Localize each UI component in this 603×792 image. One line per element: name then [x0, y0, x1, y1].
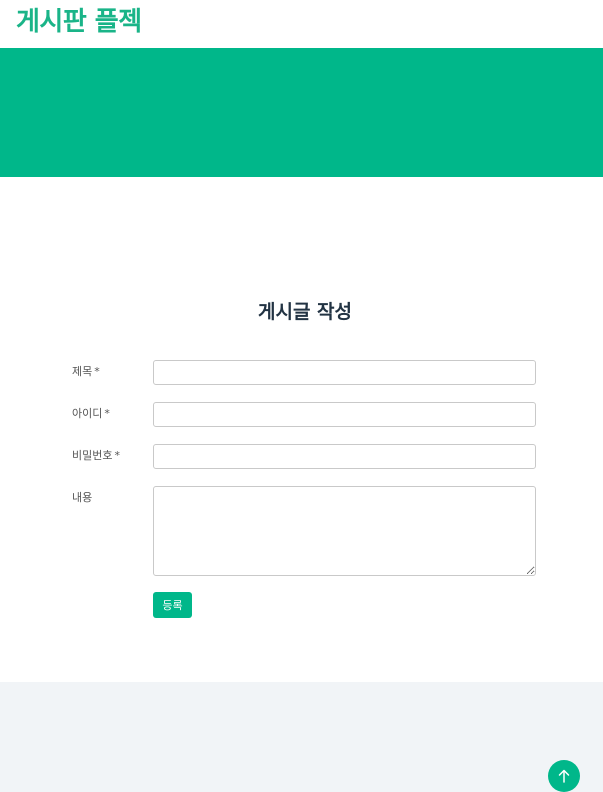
required-mark: *: [114, 449, 120, 462]
userid-input[interactable]: [153, 402, 536, 427]
submit-button[interactable]: 등록: [153, 592, 192, 618]
hero-banner: [0, 48, 603, 177]
title-label-text: 제목: [72, 365, 93, 378]
content-label-text: 내용: [72, 491, 93, 504]
site-header: 게시판 플젝: [0, 0, 603, 48]
userid-label: 아이디 *: [72, 407, 110, 421]
scroll-top-button[interactable]: [548, 760, 580, 792]
required-mark: *: [104, 407, 110, 420]
password-label: 비밀번호 *: [72, 449, 120, 463]
page-footer: [0, 682, 603, 792]
password-label-text: 비밀번호: [72, 449, 113, 462]
userid-label-text: 아이디: [72, 407, 103, 420]
content-label: 내용: [72, 491, 92, 505]
title-input[interactable]: [153, 360, 536, 385]
content-textarea[interactable]: [153, 486, 536, 576]
required-mark: *: [94, 365, 100, 378]
arrow-up-icon: [558, 769, 570, 783]
form-title: 게시글 작성: [257, 301, 352, 323]
site-logo-link[interactable]: 게시판 플젝: [16, 4, 142, 40]
password-input[interactable]: [153, 444, 536, 469]
title-label: 제목 *: [72, 365, 100, 379]
post-form-section: 게시글 작성 제목 * 아이디 * 비밀번호 * 내용 등록: [0, 177, 603, 682]
